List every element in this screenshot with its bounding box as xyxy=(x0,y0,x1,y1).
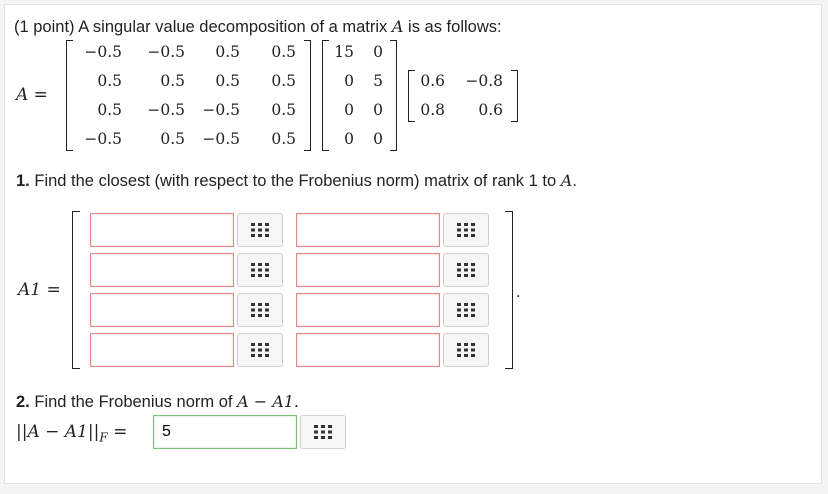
u-matrix-cell: −0.5 xyxy=(84,130,122,148)
u-matrix-cell: −0.5 xyxy=(202,101,240,119)
norm-matrix-tool-button[interactable] xyxy=(300,415,346,449)
q1-var: A xyxy=(560,171,573,190)
matrix-tool-button[interactable] xyxy=(237,333,283,367)
u-matrix-cell: 0.5 xyxy=(271,43,296,61)
sigma-matrix-cell: 0 xyxy=(373,101,383,119)
a1-entry-input[interactable] xyxy=(296,293,440,327)
matrix-tool-button[interactable] xyxy=(237,293,283,327)
matrix-tool-button[interactable] xyxy=(443,253,489,287)
a1-entry-input[interactable] xyxy=(296,253,440,287)
problem-statement: (1 point) A singular value decomposition… xyxy=(14,17,502,37)
u-matrix-cell: 0.5 xyxy=(215,43,240,61)
sigma-matrix-cell: 0 xyxy=(373,43,383,61)
sigma-right-bracket xyxy=(390,40,397,151)
grid-icon xyxy=(457,303,475,317)
norm-equals: = xyxy=(113,422,128,442)
a1-entry-input[interactable] xyxy=(296,333,440,367)
matrix-tool-button[interactable] xyxy=(237,213,283,247)
vt-matrix-cell: −0.8 xyxy=(465,72,503,90)
svd-lhs: A = xyxy=(16,85,48,105)
grid-icon xyxy=(457,343,475,357)
grid-icon xyxy=(251,223,269,237)
question-2: 2. Find the Frobenius norm of A − A1. xyxy=(16,392,299,412)
u-matrix-cell: 0.5 xyxy=(97,101,122,119)
vt-right-bracket xyxy=(511,70,518,122)
q1-end: . xyxy=(572,172,577,190)
u-matrix-cell: 0.5 xyxy=(271,130,296,148)
a1-lhs: A1 = xyxy=(18,280,61,300)
grid-icon xyxy=(251,303,269,317)
u-matrix-cell: 0.5 xyxy=(160,130,185,148)
u-matrix-cell: 0.5 xyxy=(97,72,122,90)
a1-entry-input[interactable] xyxy=(90,293,234,327)
q2-expr: A − A1. xyxy=(237,392,300,411)
sigma-matrix-cell: 5 xyxy=(373,72,383,90)
a1-entry-input[interactable] xyxy=(296,213,440,247)
vt-matrix-cell: 0.6 xyxy=(420,72,445,90)
u-matrix-cell: −0.5 xyxy=(147,101,185,119)
grid-icon xyxy=(251,343,269,357)
grid-icon xyxy=(251,263,269,277)
q2-text: Find the Frobenius norm of xyxy=(34,393,233,411)
u-matrix-cell: −0.5 xyxy=(84,43,122,61)
question-1: 1. Find the closest (with respect to the… xyxy=(16,171,577,191)
q1-number: 1. xyxy=(16,172,30,190)
matrix-tool-button[interactable] xyxy=(443,213,489,247)
matrix-tool-button[interactable] xyxy=(443,293,489,327)
matrix-tool-button[interactable] xyxy=(237,253,283,287)
grid-icon xyxy=(457,263,475,277)
norm-lhs: ||A − A1||F = xyxy=(16,422,128,445)
q2-number: 2. xyxy=(16,393,30,411)
u-matrix-cell: 0.5 xyxy=(271,101,296,119)
a1-right-bracket xyxy=(505,211,513,369)
u-matrix-cell: 0.5 xyxy=(271,72,296,90)
grid-icon xyxy=(457,223,475,237)
matrix-tool-button[interactable] xyxy=(443,333,489,367)
u-matrix-cell: 0.5 xyxy=(215,72,240,90)
vt-matrix-cell: 0.6 xyxy=(478,101,503,119)
norm-subscript: F xyxy=(99,430,108,445)
u-matrix-cell: −0.5 xyxy=(202,130,240,148)
frobenius-norm-input[interactable] xyxy=(153,415,297,449)
grid-icon xyxy=(314,425,332,439)
u-matrix-cell: 0.5 xyxy=(160,72,185,90)
a1-left-bracket xyxy=(72,211,80,369)
sigma-matrix-cell: 0 xyxy=(373,130,383,148)
a1-entry-input[interactable] xyxy=(90,253,234,287)
a1-entry-input[interactable] xyxy=(90,333,234,367)
matrix-name: A xyxy=(391,17,404,36)
intro-end: is as follows: xyxy=(408,18,502,36)
u-matrix-cell: −0.5 xyxy=(147,43,185,61)
a1-period: . xyxy=(516,283,521,301)
intro-text: A singular value decomposition of a matr… xyxy=(78,18,388,36)
a1-entry-input[interactable] xyxy=(90,213,234,247)
points-label: (1 point) xyxy=(14,18,75,36)
vt-matrix-cell: 0.8 xyxy=(420,101,445,119)
q1-text: Find the closest (with respect to the Fr… xyxy=(34,172,557,190)
